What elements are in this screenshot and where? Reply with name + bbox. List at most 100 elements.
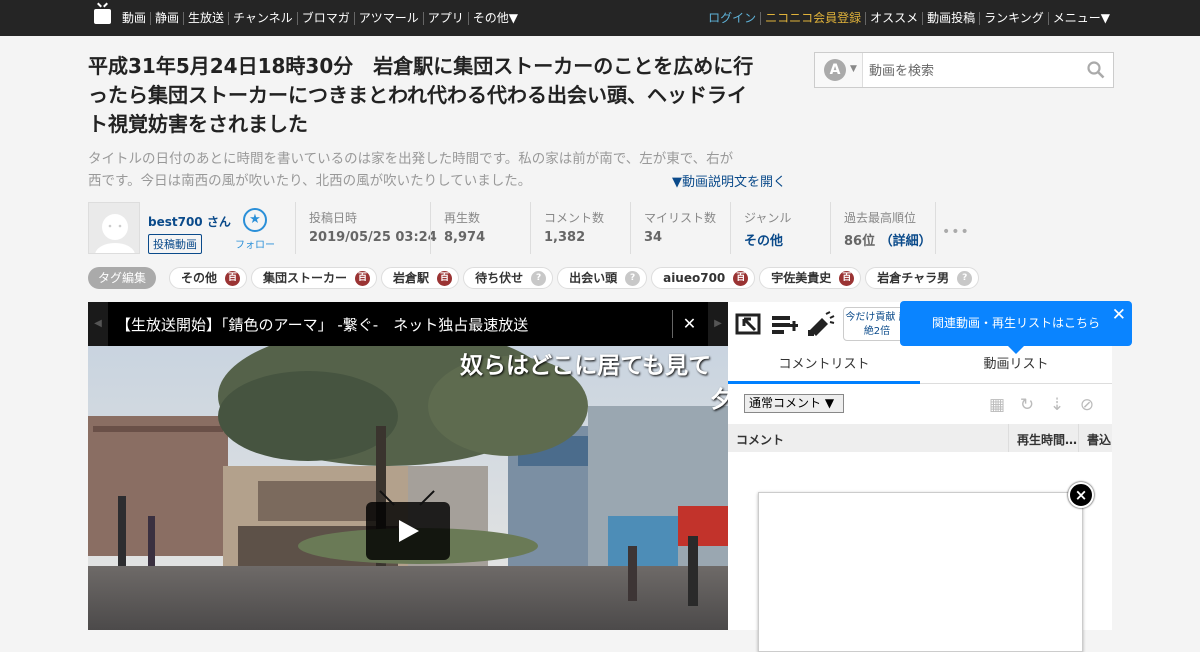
search-icon[interactable] (1087, 61, 1105, 79)
next-arrow-icon[interactable]: ▶ (708, 302, 728, 346)
nicoad-megaphone-icon[interactable] (806, 310, 836, 338)
owner-avatar[interactable] (88, 202, 140, 254)
video-title: 平成31年5月24日18時30分 岩倉駅に集団ストーカーのことを広めに行ったら集… (88, 54, 754, 136)
play-icon (399, 520, 419, 542)
prev-arrow-icon[interactable]: ◀ (88, 302, 108, 346)
comment-type-select[interactable]: 通常コメント ▼ (744, 394, 844, 413)
panel-action-icons: ▦ ↻ ⇣ ⊘ (982, 394, 1102, 416)
rank-detail-link[interactable]: （詳細） (880, 234, 932, 249)
tag-label[interactable]: 出会い頭 (569, 268, 617, 288)
global-nav-right: ログイン ニコニコ会員登録 オススメ 動画投稿 ランキング メニュー▼ (704, 0, 1114, 36)
more-options-icon[interactable]: ••• (942, 224, 970, 240)
search-mode-select[interactable]: A ▼ (815, 53, 863, 87)
tag-label[interactable]: 岩倉駅 (393, 268, 429, 288)
announcement-link[interactable]: 【生放送開始】「錆色のアーマ」 -繋ぐ- ネット独占最速放送 (116, 314, 528, 335)
calendar-icon[interactable]: ▦ (982, 394, 1012, 416)
tag-item[interactable]: 待ち伏せ? (463, 267, 554, 289)
tag-label[interactable]: 待ち伏せ (475, 268, 523, 288)
tab-comment-list[interactable]: コメントリスト (728, 346, 920, 384)
login-link[interactable]: ログイン (704, 11, 760, 25)
nav-link-app[interactable]: アプリ (422, 11, 468, 25)
tag-item[interactable]: aiueo700 百 (651, 267, 756, 289)
tag-label[interactable]: 宇佐美貴史 (771, 268, 831, 288)
chevron-down-icon: ▼ (824, 396, 835, 410)
owner-videos-badge[interactable]: 投稿動画 (148, 234, 202, 254)
meta-value: 34 (644, 230, 663, 245)
tag-label[interactable]: その他 (181, 268, 217, 288)
tag-label[interactable]: 岩倉チャラ男 (877, 268, 949, 288)
search-mode-icon: A (824, 59, 846, 81)
tag-item[interactable]: その他百 (169, 267, 248, 289)
register-link[interactable]: ニコニコ会員登録 (760, 11, 865, 25)
nav-link-live[interactable]: 生放送 (183, 11, 228, 25)
nav-link-menu[interactable]: メニュー▼ (1047, 11, 1114, 25)
comment-hide-icon[interactable]: ⊘ (1072, 394, 1102, 416)
comment-type-value: 通常コメント (749, 396, 822, 410)
nav-link-ranking[interactable]: ランキング (979, 11, 1048, 25)
nav-link-channel[interactable]: チャンネル (228, 11, 297, 25)
top-navigation-bar: 動画 静画 生放送 チャンネル ブロマガ アツマール アプリ その他▼ ログイン… (0, 0, 1200, 36)
description-expand-link[interactable]: ▼動画説明文を開く (672, 171, 786, 190)
side-panel: 今だけ貢献 超絶2倍 コメントリスト 動画リスト 通常コメント ▼ ▦ ↻ ⇣ … (728, 302, 1112, 652)
player-announcement-bar: ◀ 【生放送開始】「錆色のアーマ」 -繋ぐ- ネット独占最速放送 ✕ ▶ (88, 302, 728, 346)
reload-icon[interactable]: ↻ (1012, 394, 1042, 416)
meta-key: 投稿日時 (309, 211, 358, 225)
video-description: タイトルの日付のあとに時間を書いているのは家を出発した時間です。私の家は前が南で… (88, 151, 734, 189)
announcement-close-button[interactable]: ✕ (672, 310, 706, 338)
no-dictionary-icon[interactable]: ? (957, 270, 973, 286)
star-icon: ★ (243, 208, 267, 232)
dictionary-icon[interactable]: 百 (355, 270, 371, 286)
comment-overlay-line: 夕 (710, 387, 728, 413)
nav-link-douga[interactable]: 動画 (118, 11, 150, 25)
nav-link-other[interactable]: その他▼ (467, 11, 522, 25)
column-posted[interactable]: 書込日 (1078, 424, 1112, 452)
tag-edit-button[interactable]: タグ編集 (88, 267, 157, 289)
tooltip-close-icon[interactable]: ✕ (1112, 304, 1126, 326)
dictionary-icon[interactable]: 百 (225, 270, 241, 286)
tag-label[interactable]: 集団ストーカー (263, 268, 347, 288)
dictionary-icon[interactable]: 百 (437, 270, 453, 286)
niconico-tv-logo-icon[interactable] (94, 9, 111, 24)
search-box: A ▼ (814, 52, 1114, 88)
follow-label: フォロー (235, 240, 275, 251)
panel-tabs: コメントリスト 動画リスト (728, 346, 1112, 384)
tag-item[interactable]: 出会い頭? (557, 267, 648, 289)
video-player[interactable]: ◀ 【生放送開始】「錆色のアーマ」 -繋ぐ- ネット独占最速放送 ✕ ▶ 奴らは… (88, 302, 728, 630)
tag-item[interactable]: 宇佐美貴史百 (759, 267, 862, 289)
column-comment[interactable]: コメント (736, 431, 784, 448)
dictionary-icon[interactable]: 百 (839, 270, 855, 286)
add-mylist-icon[interactable] (770, 310, 800, 338)
play-button[interactable] (366, 490, 450, 560)
tag-item[interactable]: 岩倉チャラ男? (865, 267, 980, 289)
nav-link-recommend[interactable]: オススメ (865, 11, 922, 25)
nav-link-seiga[interactable]: 静画 (150, 11, 183, 25)
nav-link-blomaga[interactable]: ブロマガ (296, 11, 354, 25)
related-videos-tooltip[interactable]: 関連動画・再生リストはこちら ✕ (900, 301, 1132, 354)
advertisement-box[interactable] (758, 492, 1083, 652)
meta-key: ジャンル (744, 211, 792, 225)
tag-item[interactable]: 岩倉駅百 (381, 267, 460, 289)
search-input[interactable] (869, 60, 1079, 80)
nav-link-atsumaru[interactable]: アツマール (353, 11, 423, 25)
share-icon[interactable] (734, 310, 764, 338)
meta-value: 2019/05/25 03:24 (309, 230, 437, 245)
dictionary-icon[interactable]: 百 (733, 270, 749, 286)
meta-value: 86位 （詳細） (844, 230, 935, 249)
genre-link[interactable]: その他 (744, 230, 830, 249)
follow-button[interactable]: ★ フォロー (232, 208, 278, 251)
meta-comments: コメント数 1,382 (530, 202, 630, 254)
meta-key: コメント数 (544, 211, 605, 225)
nav-link-upload[interactable]: 動画投稿 (922, 11, 979, 25)
meta-genre: ジャンル その他 (730, 202, 830, 254)
no-dictionary-icon[interactable]: ? (625, 270, 641, 286)
column-playtime[interactable]: 再生時間… (1008, 424, 1078, 452)
meta-key: 過去最高順位 (844, 211, 917, 225)
tag-item[interactable]: 集団ストーカー百 (251, 267, 378, 289)
owner-name-link[interactable]: best700 さん (148, 213, 231, 230)
no-dictionary-icon[interactable]: ? (531, 270, 547, 286)
meta-key: マイリスト数 (644, 211, 717, 225)
autoscroll-icon[interactable]: ⇣ (1042, 394, 1072, 416)
ad-close-button[interactable]: × (1068, 482, 1094, 508)
tag-label[interactable]: aiueo700 (663, 268, 725, 288)
video-frame (88, 346, 728, 630)
